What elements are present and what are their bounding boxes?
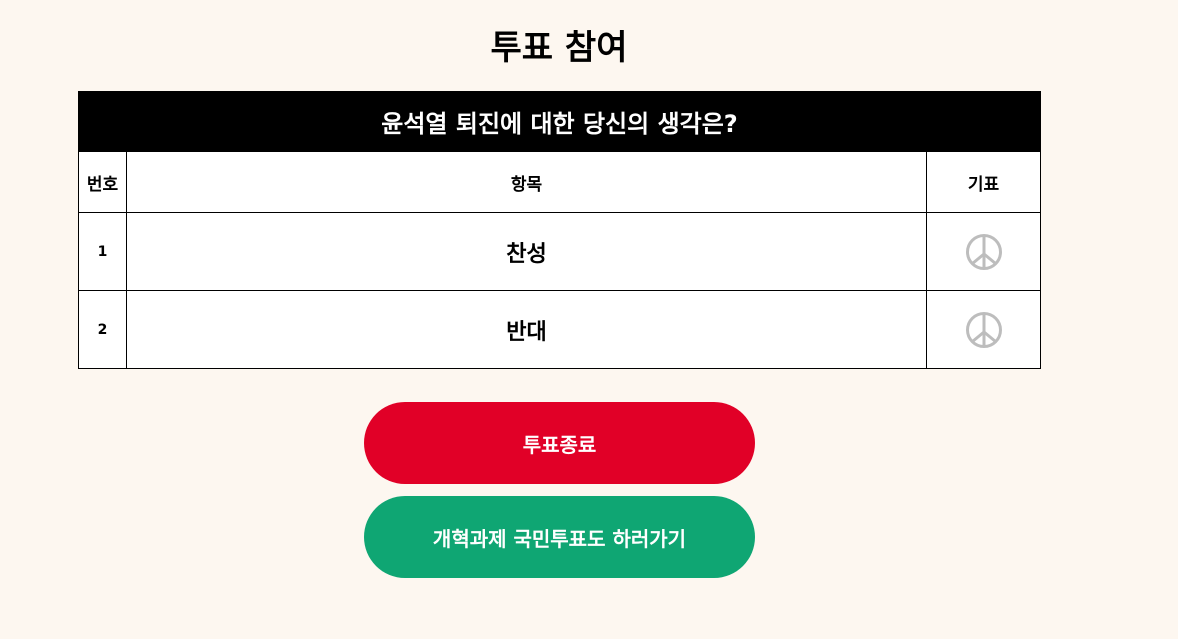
table-row: 1 찬성	[78, 212, 1041, 291]
column-header-vote: 기표	[926, 151, 1041, 213]
page-title: 투표 참여	[490, 28, 628, 68]
poll-question: 윤석열 퇴진에 대한 당신의 생각은?	[78, 91, 1041, 152]
column-header-item: 항목	[126, 151, 927, 213]
poll-table: 윤석열 퇴진에 대한 당신의 생각은? 번호 항목 기표 1 찬성 2 반대	[78, 91, 1041, 369]
option-label: 찬성	[126, 212, 927, 291]
option-label: 반대	[126, 290, 927, 369]
ballot-stamp-icon[interactable]	[964, 310, 1004, 350]
reform-vote-button[interactable]: 개혁과제 국민투표도 하러가기	[364, 496, 755, 578]
ballot-stamp-icon[interactable]	[964, 232, 1004, 272]
end-vote-button[interactable]: 투표종료	[364, 402, 755, 484]
poll-header-row: 번호 항목 기표	[78, 151, 1041, 213]
poll-question-row: 윤석열 퇴진에 대한 당신의 생각은?	[78, 91, 1041, 152]
option-number: 1	[78, 212, 127, 291]
option-number: 2	[78, 290, 127, 369]
vote-page: 투표 참여 윤석열 퇴진에 대한 당신의 생각은? 번호 항목 기표 1 찬성	[0, 0, 1178, 639]
vote-cell[interactable]	[926, 290, 1041, 369]
vote-cell[interactable]	[926, 212, 1041, 291]
column-header-number: 번호	[78, 151, 127, 213]
table-row: 2 반대	[78, 290, 1041, 369]
